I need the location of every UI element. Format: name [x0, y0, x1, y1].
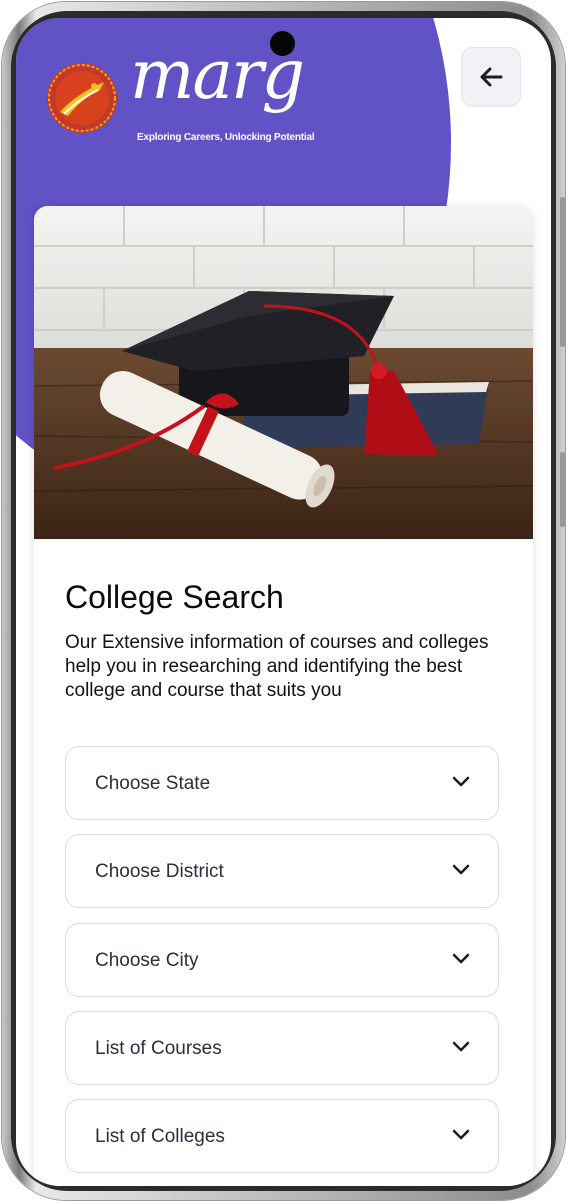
chevron-down-icon — [452, 1129, 470, 1140]
state-dropdown[interactable]: Choose State — [65, 746, 499, 820]
chevron-down-icon — [452, 1041, 470, 1052]
colleges-dropdown[interactable]: List of Colleges — [65, 1099, 499, 1173]
district-dropdown[interactable]: Choose District — [65, 834, 499, 908]
logo-wordmark: marg — [130, 36, 305, 115]
volume-button — [560, 197, 565, 347]
page-title: College Search — [65, 579, 284, 615]
app-logo: marg Exploring Careers, Unlocking Potent… — [44, 42, 324, 158]
logo-emblem-icon — [47, 63, 117, 133]
dropdown-label: Choose District — [95, 861, 224, 882]
courses-dropdown[interactable]: List of Courses — [65, 1011, 499, 1085]
dropdown-label: Choose State — [95, 773, 211, 794]
college-search-card: College Search Our Extensive information… — [34, 206, 533, 1186]
city-dropdown[interactable]: Choose City — [65, 923, 499, 997]
back-button[interactable] — [461, 47, 521, 107]
chevron-down-icon — [452, 776, 470, 787]
page-description: Our Extensive information of courses and… — [65, 632, 489, 701]
dropdown-label: Choose City — [95, 950, 199, 971]
power-button — [560, 452, 565, 527]
app-screen: marg Exploring Careers, Unlocking Potent… — [16, 18, 551, 1186]
hero-image — [34, 206, 533, 539]
dropdown-label: List of Colleges — [95, 1126, 225, 1147]
arrow-left-icon — [480, 67, 503, 87]
logo-tagline: Exploring Careers, Unlocking Potential — [137, 132, 315, 143]
chevron-down-icon — [452, 864, 470, 875]
dropdown-label: List of Courses — [95, 1038, 222, 1059]
chevron-down-icon — [452, 953, 470, 964]
